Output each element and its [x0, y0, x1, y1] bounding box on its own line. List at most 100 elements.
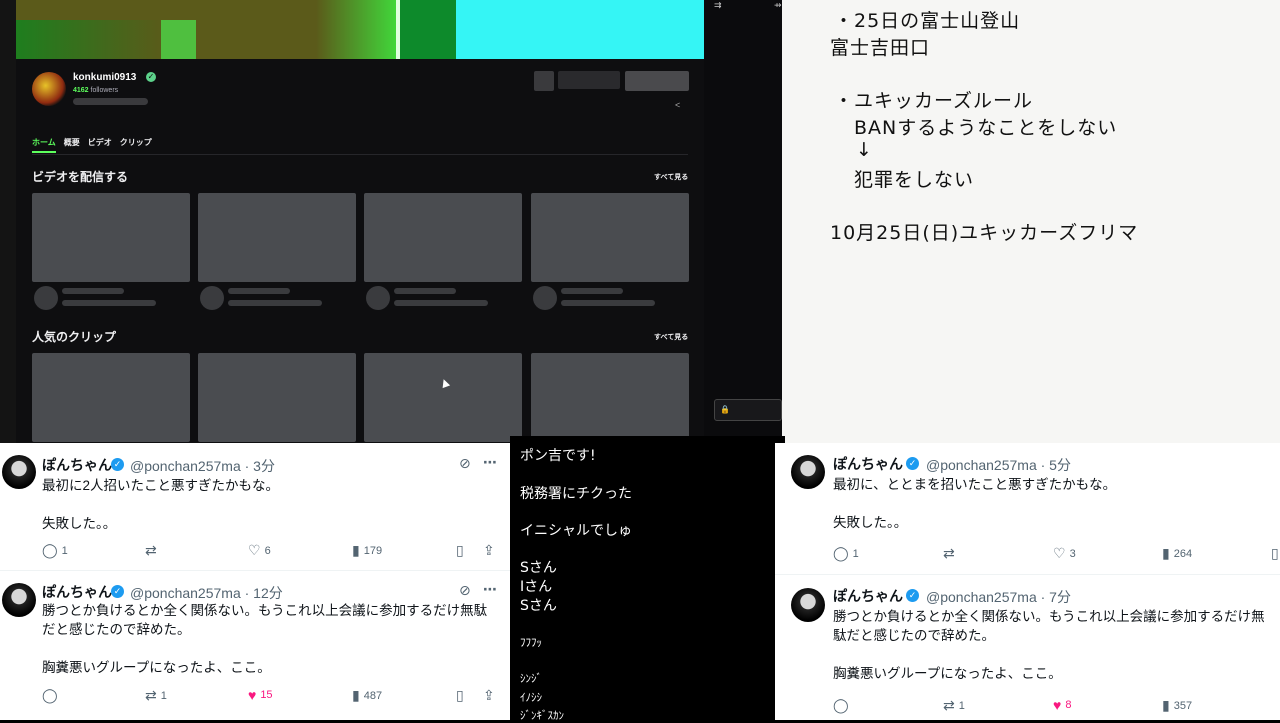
tweet-avatar[interactable]	[791, 455, 825, 489]
see-all-clips-link[interactable]: すべて見る	[654, 332, 688, 342]
clip-card[interactable]	[531, 353, 689, 442]
memo-line: ｼﾞﾝｷﾞｽｶﾝ	[520, 709, 564, 722]
bookmark-icon[interactable]: ▯	[1271, 545, 1279, 562]
memo-line: Sさん	[520, 560, 557, 576]
tab-home[interactable]: ホーム	[32, 137, 56, 153]
subscribe-button[interactable]	[625, 71, 689, 91]
views-button[interactable]: ▮ 264	[1162, 545, 1192, 562]
section-title-clips: 人気のクリップ	[32, 330, 117, 344]
retweet-button[interactable]: ⇄ 1	[145, 687, 167, 704]
like-button[interactable]: ♥ 15	[248, 687, 273, 703]
grok-icon[interactable]: ⊘	[459, 582, 471, 599]
tab-divider	[32, 154, 688, 155]
tweet-author-name[interactable]: ぽんちゃん	[833, 586, 903, 606]
like-count: 15	[260, 689, 273, 701]
view-count: 179	[363, 544, 383, 557]
channel-name[interactable]: konkumi0913	[73, 72, 136, 83]
like-button[interactable]: ♥ 8	[1053, 697, 1071, 713]
collapse-icon[interactable]: ⇉	[714, 0, 722, 11]
tab-about[interactable]: 概要	[64, 137, 80, 153]
tweet-handle[interactable]: @ponchan257ma · 3分	[130, 456, 275, 476]
expand-icon[interactable]: ⇸	[774, 0, 782, 11]
tweet-divider	[775, 574, 1280, 575]
like-button[interactable]: ♡ 6	[248, 542, 271, 559]
memo-line: イニシャルでしゅ	[520, 523, 632, 539]
like-count: 8	[1065, 699, 1072, 711]
whiteboard-panel: ・25日の富士山登山 富士吉田口 ・ユキッカーズルール BANするようなことをし…	[782, 0, 1280, 443]
upload-icon[interactable]: ⇪	[483, 542, 495, 559]
video-card[interactable]	[531, 193, 689, 282]
lock-icon: 🔒	[720, 405, 730, 414]
clip-card[interactable]	[32, 353, 190, 442]
reply-icon: ◯	[42, 542, 58, 558]
reply-button[interactable]: ◯ 1	[833, 545, 859, 562]
side-panel	[704, 0, 782, 443]
memo-line: Sさん	[520, 598, 557, 614]
bookmark-icon[interactable]: ▯	[456, 542, 464, 559]
more-icon[interactable]: ⋯	[483, 454, 497, 471]
tweet-text: 勝つとか負けるとか全く関係ない。もうこれ以上会議に参加するだけ無駄だと感じたので…	[42, 603, 488, 675]
retweet-icon: ⇄	[943, 545, 955, 561]
placeholder-line	[394, 300, 488, 306]
tweet-handle[interactable]: @ponchan257ma · 12分	[130, 583, 283, 603]
tweet-panel-right: ぽんちゃん ✓ @ponchan257ma · 5分 最初に、ととまを招いたこと…	[775, 443, 1280, 720]
reply-icon: ◯	[833, 545, 849, 561]
like-button[interactable]: ♡ 3	[1053, 545, 1076, 562]
retweet-button[interactable]: ⇄	[145, 542, 161, 559]
more-icon[interactable]: ⋯	[483, 581, 497, 598]
clip-card[interactable]	[364, 353, 522, 442]
retweet-button[interactable]: ⇄	[943, 545, 959, 562]
clip-card[interactable]	[198, 353, 356, 442]
retweet-icon: ⇄	[145, 542, 157, 558]
verified-icon: ✓	[906, 589, 919, 602]
whiteboard-line: 富士吉田口	[830, 37, 931, 59]
tab-clips[interactable]: クリップ	[120, 137, 152, 153]
views-button[interactable]: ▮ 179	[352, 542, 382, 559]
video-channel-avatar	[34, 286, 58, 310]
tweet-handle[interactable]: @ponchan257ma · 5分	[926, 455, 1071, 475]
grok-icon[interactable]: ⊘	[459, 455, 471, 472]
placeholder-line	[228, 300, 322, 306]
tweet-avatar[interactable]	[2, 455, 36, 489]
memo-line: ポン吉です!	[520, 448, 596, 464]
tweet-avatar[interactable]	[2, 583, 36, 617]
follow-button[interactable]	[558, 71, 620, 89]
whiteboard-line: BANするようなことをしない	[854, 117, 1118, 139]
reply-icon: ◯	[833, 697, 849, 713]
tweet-author-name[interactable]: ぽんちゃん	[833, 454, 903, 474]
notify-button[interactable]	[534, 71, 554, 91]
memo-line: 税務署にチクった	[520, 486, 632, 502]
views-button[interactable]: ▮ 487	[352, 687, 382, 704]
placeholder-line	[394, 288, 456, 294]
video-card[interactable]	[198, 193, 356, 282]
reply-button[interactable]: ◯ 1	[42, 542, 68, 559]
tweet-divider	[0, 570, 510, 571]
tweet-handle[interactable]: @ponchan257ma · 7分	[926, 587, 1071, 607]
chat-input[interactable]: 🔒	[714, 399, 782, 421]
placeholder-line	[228, 288, 290, 294]
bookmark-icon[interactable]: ▯	[456, 687, 464, 704]
like-count: 3	[1069, 547, 1076, 560]
see-all-videos-link[interactable]: すべて見る	[654, 172, 688, 182]
tab-videos[interactable]: ビデオ	[88, 137, 112, 153]
reply-button[interactable]: ◯	[833, 697, 853, 714]
placeholder-line	[62, 288, 124, 294]
upload-icon[interactable]: ⇪	[483, 687, 495, 704]
whiteboard-line: 犯罪をしない	[854, 169, 975, 191]
video-channel-avatar	[200, 286, 224, 310]
memo-line: ｼﾝｼﾞ	[520, 672, 542, 685]
reply-button[interactable]: ◯	[42, 687, 62, 704]
whiteboard-line: ↓	[856, 139, 873, 161]
verified-icon: ✓	[111, 585, 124, 598]
followers-count: 4162 followers	[73, 87, 118, 94]
tweet-author-name[interactable]: ぽんちゃん	[42, 582, 112, 602]
tweet-author-name[interactable]: ぽんちゃん	[42, 455, 112, 475]
retweet-button[interactable]: ⇄ 1	[943, 697, 965, 714]
video-card[interactable]	[364, 193, 522, 282]
tweet-avatar[interactable]	[791, 588, 825, 622]
views-button[interactable]: ▮ 357	[1162, 697, 1192, 714]
share-icon[interactable]: <	[675, 100, 680, 110]
heart-icon: ♥	[1053, 697, 1062, 713]
video-card[interactable]	[32, 193, 190, 282]
channel-avatar[interactable]	[32, 72, 66, 106]
